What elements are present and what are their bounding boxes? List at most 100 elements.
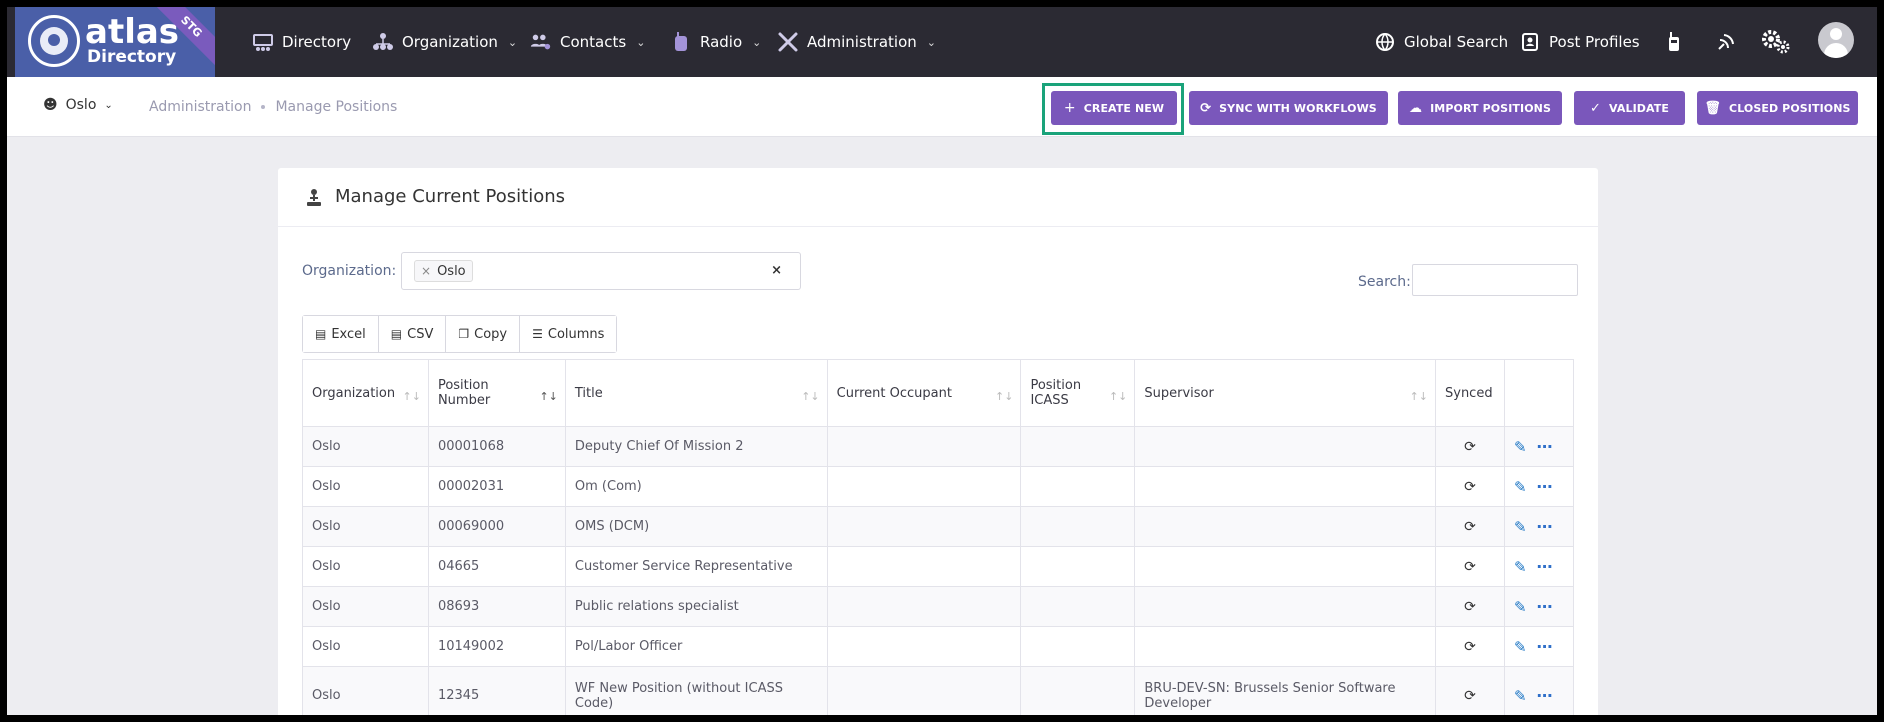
sync-with-workflows-button[interactable]: ⟳ SYNC WITH WORKFLOWS — [1189, 91, 1388, 125]
sort-icon: ↑↓ — [801, 390, 820, 403]
import-label: IMPORT POSITIONS — [1430, 101, 1551, 115]
page-title: Manage Current Positions — [335, 186, 566, 207]
search-input[interactable] — [1412, 264, 1578, 296]
table-row: Oslo 00002031 Om (Com) ⟳ ✎ ⋯ — [302, 466, 1575, 507]
top-navbar: atlas Directory STG Directory Organizati… — [7, 7, 1877, 77]
excel-label: Excel — [331, 326, 366, 342]
create-new-button[interactable]: + CREATE NEW — [1051, 91, 1177, 125]
table-body: Oslo 00001068 Deputy Chief Of Mission 2 ⟳ ✎ ⋯… — [302, 426, 1575, 715]
walkie-talkie-icon[interactable] — [1661, 29, 1687, 55]
col-supervisor[interactable]: Supervisor ↑↓ — [1134, 359, 1436, 427]
col-organization[interactable]: Organization ↑↓ — [302, 359, 429, 427]
cell-synced: ⟳ — [1435, 626, 1505, 667]
validate-button[interactable]: ✓ VALIDATE — [1574, 91, 1685, 125]
edit-icon[interactable]: ✎ — [1514, 438, 1527, 456]
remove-tag-icon[interactable]: × — [421, 264, 431, 278]
cell-supervisor: BRU-DEV-SN: Brussels Senior Software Dev… — [1134, 666, 1436, 715]
edit-icon[interactable]: ✎ — [1514, 558, 1527, 576]
more-options-icon[interactable]: ⋯ — [1537, 557, 1554, 576]
sync-icon[interactable]: ⟳ — [1464, 479, 1476, 495]
settings-gears-icon[interactable] — [1759, 29, 1793, 55]
check-icon: ✓ — [1590, 100, 1601, 116]
sync-icon[interactable]: ⟳ — [1464, 559, 1476, 575]
edit-icon[interactable]: ✎ — [1514, 478, 1527, 496]
app-logo[interactable]: atlas Directory STG — [15, 7, 215, 77]
cell-title: Pol/Labor Officer — [564, 626, 828, 667]
more-options-icon[interactable]: ⋯ — [1537, 637, 1554, 656]
cell-actions: ✎ ⋯ — [1503, 506, 1575, 547]
columns-button[interactable]: ☰ Columns — [520, 316, 617, 352]
chevron-down-icon: ⌄ — [507, 35, 518, 49]
edit-icon[interactable]: ✎ — [1514, 638, 1527, 656]
cell-position-number: 08693 — [427, 586, 566, 627]
nav-contacts[interactable]: Contacts ⌄ — [530, 7, 645, 77]
sort-icon: ↑↓ — [1409, 390, 1428, 403]
breadcrumb-administration[interactable]: Administration — [149, 99, 251, 115]
cell-current-occupant — [826, 586, 1022, 627]
more-options-icon[interactable]: ⋯ — [1537, 517, 1554, 536]
sync-icon[interactable]: ⟳ — [1464, 519, 1476, 535]
breadcrumb: Administration Manage Positions — [149, 99, 397, 115]
more-options-icon[interactable]: ⋯ — [1537, 597, 1554, 616]
more-options-icon[interactable]: ⋯ — [1537, 477, 1554, 496]
csv-button[interactable]: ▤ CSV — [378, 316, 447, 352]
closed-positions-button[interactable]: 🗑 CLOSED POSITIONS — [1697, 91, 1858, 125]
cell-organization: Oslo — [302, 666, 429, 715]
nav-post-profiles[interactable]: Post Profiles — [1519, 7, 1640, 77]
columns-label: Columns — [547, 326, 605, 342]
nav-radio[interactable]: Radio ⌄ — [670, 7, 761, 77]
col-position-number[interactable]: Position Number ↑↓ — [427, 359, 566, 427]
cell-synced: ⟳ — [1435, 666, 1505, 715]
user-avatar[interactable] — [1818, 22, 1854, 58]
excel-button[interactable]: ▤ Excel — [303, 316, 379, 352]
cell-position-number: 00069000 — [427, 506, 566, 547]
cell-title: WF New Position (without ICASS Code) — [564, 666, 828, 715]
cell-organization: Oslo — [302, 506, 429, 547]
sync-icon[interactable]: ⟳ — [1464, 439, 1476, 455]
cell-supervisor — [1134, 586, 1436, 627]
cell-supervisor — [1134, 426, 1436, 467]
edit-icon[interactable]: ✎ — [1514, 598, 1527, 616]
col-synced-label: Synced — [1445, 385, 1493, 401]
nav-organization[interactable]: Organization ⌄ — [372, 7, 517, 77]
sync-icon[interactable]: ⟳ — [1464, 599, 1476, 615]
more-options-icon[interactable]: ⋯ — [1537, 437, 1554, 456]
nav-directory[interactable]: Directory — [252, 7, 351, 77]
cell-title: Deputy Chief Of Mission 2 — [564, 426, 828, 467]
tools-icon — [777, 31, 799, 53]
col-title[interactable]: Title ↑↓ — [564, 359, 828, 427]
import-positions-button[interactable]: ☁ IMPORT POSITIONS — [1398, 91, 1562, 125]
cell-position-icass — [1020, 466, 1136, 507]
col-current-occupant[interactable]: Current Occupant ↑↓ — [826, 359, 1022, 427]
chevron-down-icon: ⌄ — [752, 35, 762, 49]
nav-global-search[interactable]: Global Search — [1374, 7, 1508, 77]
satellite-icon[interactable] — [1713, 29, 1739, 55]
organization-select[interactable]: × Oslo × — [401, 252, 801, 290]
cell-title: Customer Service Representative — [564, 546, 828, 587]
cell-position-icass — [1020, 546, 1136, 587]
col-position-icass[interactable]: Position ICASS ↑↓ — [1020, 359, 1136, 427]
cell-organization: Oslo — [302, 586, 429, 627]
nav-administration[interactable]: Administration ⌄ — [777, 7, 936, 77]
col-organization-label: Organization — [312, 385, 396, 401]
cell-actions: ✎ ⋯ — [1503, 426, 1575, 467]
sync-icon[interactable]: ⟳ — [1464, 688, 1476, 704]
nav-global-search-label: Global Search — [1404, 33, 1509, 51]
cell-position-icass — [1020, 586, 1136, 627]
edit-icon[interactable]: ✎ — [1514, 687, 1527, 705]
csv-file-icon: ▤ — [390, 327, 403, 341]
search-label: Search: — [1358, 274, 1411, 290]
col-position-number-label: Position Number — [437, 378, 491, 408]
clear-selection-icon[interactable]: × — [771, 263, 782, 278]
copy-button[interactable]: ❐ Copy — [446, 316, 521, 352]
nav-radio-label: Radio — [700, 33, 743, 51]
table-row: Oslo 10149002 Pol/Labor Officer ⟳ ✎ ⋯ — [302, 626, 1575, 667]
edit-icon[interactable]: ✎ — [1514, 518, 1527, 536]
site-selector[interactable]: ☻ Oslo ⌄ — [43, 97, 113, 113]
cell-position-icass — [1020, 506, 1136, 547]
organization-filter-label: Organization: — [302, 263, 397, 279]
more-options-icon[interactable]: ⋯ — [1537, 686, 1554, 705]
sync-icon[interactable]: ⟳ — [1464, 639, 1476, 655]
cell-position-number: 04665 — [427, 546, 566, 587]
nav-organization-label: Organization — [402, 33, 498, 51]
